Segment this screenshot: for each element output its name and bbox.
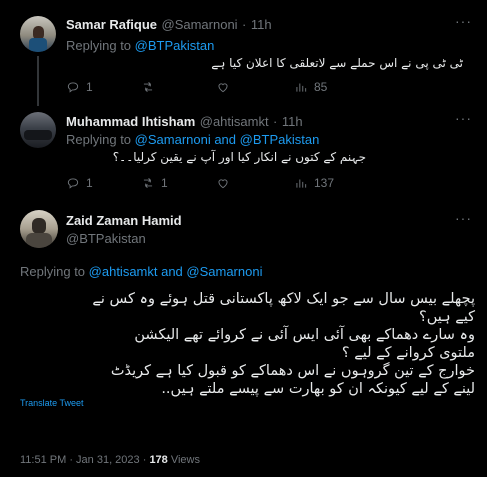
tweet-actions: 1 1 137 — [66, 176, 366, 190]
more-icon[interactable]: ··· — [455, 110, 472, 126]
separator-dot: · — [242, 17, 247, 32]
views-label: Views — [167, 454, 200, 466]
replying-to: Replying to @ahtisamkt and @Samarnoni — [20, 264, 263, 279]
retweet-icon — [143, 178, 153, 188]
views-icon — [296, 83, 307, 92]
tweet-actions: 1 85 — [66, 80, 366, 94]
retweet-icon — [143, 82, 153, 92]
views-button[interactable]: 85 — [294, 80, 327, 94]
views-button[interactable]: 137 — [294, 176, 334, 190]
tweet-meta: 11:51 PM · Jan 31, 2023 · 178 Views — [20, 454, 200, 466]
author-handle[interactable]: @Samarnoni — [162, 17, 238, 32]
tweet-text: ٹی ٹی پی نے اس حملے سے لاتعلقی کا اعلان … — [211, 56, 463, 70]
tweet-line: لینے کے لیے کیونکہ ان کو بھارت سے پیسے م… — [161, 381, 475, 397]
like-button[interactable] — [216, 176, 294, 190]
tweet-text: پچھلے بیس سال سے جو ایک لاکھ پاکستانی قت… — [20, 290, 475, 398]
replying-to: Replying to @BTPakistan — [66, 38, 215, 53]
tweet-line: خوارج کے تین گروہوں نے اس دھماکے کو قبول… — [110, 363, 475, 379]
separator-dot: · — [273, 114, 278, 129]
tweet-line: کیے ہیں؟ — [419, 309, 475, 325]
reply-count: 1 — [86, 176, 93, 190]
tweet-text: جہنم کے کتوں نے انکار کیا اور آپ نے یقین… — [112, 150, 366, 164]
retweet-count: 1 — [161, 176, 168, 190]
tweet-time[interactable]: 11h — [282, 114, 303, 129]
reply-icon — [67, 82, 79, 93]
reply-icon — [67, 178, 79, 189]
retweet-button[interactable]: 1 — [141, 176, 216, 190]
views-count: 85 — [314, 80, 328, 94]
author-name[interactable]: Samar Rafique — [66, 17, 157, 32]
avatar[interactable] — [20, 112, 56, 148]
author-handle[interactable]: @BTPakistan — [66, 231, 182, 246]
avatar[interactable] — [20, 210, 58, 248]
mention-link[interactable]: @ahtisamkt and @Samarnoni — [89, 264, 263, 279]
like-button[interactable] — [216, 80, 294, 94]
reply-count: 1 — [86, 80, 93, 94]
thread-line — [37, 56, 39, 106]
views-count: 137 — [314, 176, 335, 190]
like-icon — [218, 179, 228, 189]
reply-button[interactable]: 1 — [66, 80, 141, 94]
author-handle[interactable]: @ahtisamkt — [200, 114, 269, 129]
author-name[interactable]: Zaid Zaman Hamid — [66, 213, 182, 228]
timestamp[interactable]: 11:51 PM · Jan 31, 2023 · — [20, 454, 149, 466]
views-icon — [296, 179, 307, 188]
tweet-line: وہ سارے دھماکے بھی آئی ایس آئی نے کروائے… — [134, 327, 475, 343]
avatar[interactable] — [20, 16, 56, 52]
tweet-line: پچھلے بیس سال سے جو ایک لاکھ پاکستانی قت… — [92, 291, 475, 307]
mention-link[interactable]: @BTPakistan — [135, 38, 215, 53]
mention-link[interactable]: @Samarnoni and @BTPakistan — [135, 132, 320, 147]
translate-tweet-link[interactable]: Translate Tweet — [20, 398, 84, 408]
views-count: 178 — [149, 454, 168, 466]
reply-button[interactable]: 1 — [66, 176, 141, 190]
replying-to: Replying to @Samarnoni and @BTPakistan — [66, 132, 320, 147]
retweet-button[interactable] — [141, 80, 216, 94]
like-icon — [218, 83, 228, 93]
tweet-time[interactable]: 11h — [251, 17, 272, 32]
author-name[interactable]: Muhammad Ihtisham — [66, 114, 195, 129]
more-icon[interactable]: ··· — [455, 13, 472, 29]
more-icon[interactable]: ··· — [455, 210, 472, 226]
tweet-line: ملتوی کروانے کے لیے ؟ — [341, 345, 475, 361]
